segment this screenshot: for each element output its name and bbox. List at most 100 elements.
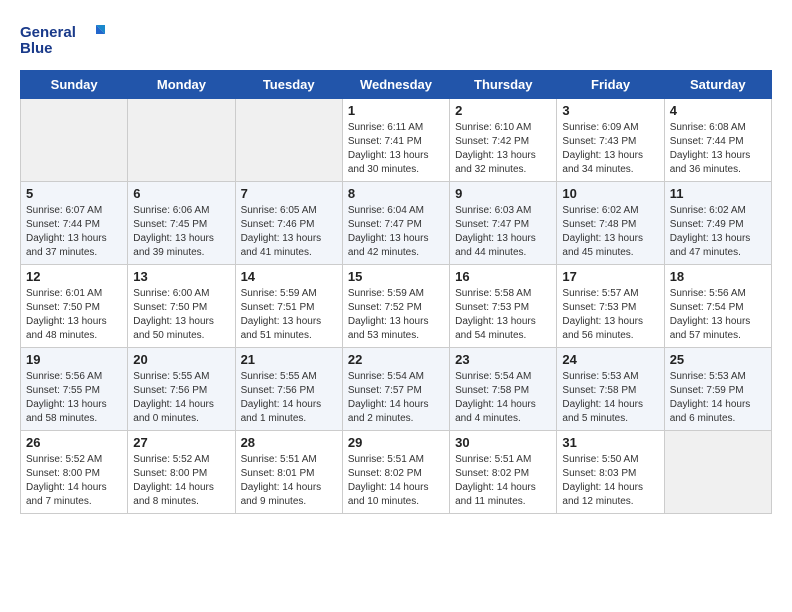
- calendar-table: SundayMondayTuesdayWednesdayThursdayFrid…: [20, 70, 772, 514]
- calendar-week-row: 19Sunrise: 5:56 AMSunset: 7:55 PMDayligh…: [21, 348, 772, 431]
- day-number: 22: [348, 352, 444, 367]
- day-number: 31: [562, 435, 658, 450]
- day-number: 23: [455, 352, 551, 367]
- calendar-cell: 30Sunrise: 5:51 AMSunset: 8:02 PMDayligh…: [450, 431, 557, 514]
- calendar-cell: 29 Sunrise: 5:51 AMSunset: 8:02 PMDayligh…: [342, 431, 449, 514]
- calendar-cell: 13Sunrise: 6:00 AMSunset: 7:50 PMDayligh…: [128, 265, 235, 348]
- day-info: Sunrise: 6:02 AMSunset: 7:48 PMDaylight:…: [562, 204, 658, 260]
- calendar-cell: 8 Sunrise: 6:04 AMSunset: 7:47 PMDaylight…: [342, 182, 449, 265]
- calendar-cell: 27 Sunrise: 5:52 AMSunset: 8:00 PMDayligh…: [128, 431, 235, 514]
- day-number: 17: [562, 269, 658, 284]
- day-number: 12: [26, 269, 122, 284]
- calendar-cell: 25 Sunrise: 5:53 AMSunset: 7:59 PMDayligh…: [664, 348, 771, 431]
- day-number: 24: [562, 352, 658, 367]
- calendar-cell: 2 Sunrise: 6:10 AMSunset: 7:42 PMDaylight…: [450, 99, 557, 182]
- day-number: 20: [133, 352, 229, 367]
- day-number: 11: [670, 186, 766, 201]
- day-number: 3: [562, 103, 658, 118]
- day-info: Sunrise: 5:54 AMSunset: 7:58 PMDaylight:…: [455, 370, 551, 426]
- day-number: 13: [133, 269, 229, 284]
- calendar-cell: 3 Sunrise: 6:09 AMSunset: 7:43 PMDaylight…: [557, 99, 664, 182]
- page-header: General Blue: [20, 20, 772, 60]
- day-info: Sunrise: 6:04 AMSunset: 7:47 PMDaylight:…: [348, 204, 444, 260]
- calendar-cell: 18 Sunrise: 5:56 AMSunset: 7:54 PMDayligh…: [664, 265, 771, 348]
- day-info: Sunrise: 5:59 AMSunset: 7:51 PMDaylight:…: [241, 287, 337, 343]
- day-number: 16: [455, 269, 551, 284]
- day-number: 26: [26, 435, 122, 450]
- day-number: 7: [241, 186, 337, 201]
- calendar-week-row: 26 Sunrise: 5:52 AMSunset: 8:00 PMDayligh…: [21, 431, 772, 514]
- day-info: Sunrise: 5:55 AMSunset: 7:56 PMDaylight:…: [133, 370, 229, 426]
- calendar-cell: 4 Sunrise: 6:08 AMSunset: 7:44 PMDaylight…: [664, 99, 771, 182]
- weekday-header-tuesday: Tuesday: [235, 71, 342, 99]
- day-info: Sunrise: 5:53 AMSunset: 7:58 PMDaylight:…: [562, 370, 658, 426]
- day-info: Sunrise: 5:59 AMSunset: 7:52 PMDaylight:…: [348, 287, 444, 343]
- day-info: Sunrise: 5:54 AMSunset: 7:57 PMDaylight:…: [348, 370, 444, 426]
- day-info: Sunrise: 5:50 AMSunset: 8:03 PMDaylight:…: [562, 453, 658, 509]
- weekday-header-friday: Friday: [557, 71, 664, 99]
- day-info: Sunrise: 5:51 AMSunset: 8:01 PMDaylight:…: [241, 453, 337, 509]
- day-number: 27: [133, 435, 229, 450]
- day-info: Sunrise: 5:55 AMSunset: 7:56 PMDaylight:…: [241, 370, 337, 426]
- calendar-week-row: 12 Sunrise: 6:01 AMSunset: 7:50 PMDayligh…: [21, 265, 772, 348]
- day-info: Sunrise: 5:56 AMSunset: 7:54 PMDaylight:…: [670, 287, 766, 343]
- day-number: 18: [670, 269, 766, 284]
- day-info: Sunrise: 6:02 AMSunset: 7:49 PMDaylight:…: [670, 204, 766, 260]
- calendar-cell: 15 Sunrise: 5:59 AMSunset: 7:52 PMDayligh…: [342, 265, 449, 348]
- day-number: 25: [670, 352, 766, 367]
- day-number: 28: [241, 435, 337, 450]
- day-number: 6: [133, 186, 229, 201]
- day-info: Sunrise: 5:52 AMSunset: 8:00 PMDaylight:…: [26, 453, 122, 509]
- day-number: 5: [26, 186, 122, 201]
- svg-text:General: General: [20, 24, 76, 41]
- calendar-cell: 5 Sunrise: 6:07 AMSunset: 7:44 PMDaylight…: [21, 182, 128, 265]
- calendar-cell: 22 Sunrise: 5:54 AMSunset: 7:57 PMDayligh…: [342, 348, 449, 431]
- calendar-cell: [664, 431, 771, 514]
- calendar-cell: 17Sunrise: 5:57 AMSunset: 7:53 PMDayligh…: [557, 265, 664, 348]
- calendar-cell: 23 Sunrise: 5:54 AMSunset: 7:58 PMDayligh…: [450, 348, 557, 431]
- weekday-header-thursday: Thursday: [450, 71, 557, 99]
- weekday-header-sunday: Sunday: [21, 71, 128, 99]
- day-info: Sunrise: 5:58 AMSunset: 7:53 PMDaylight:…: [455, 287, 551, 343]
- calendar-cell: 14 Sunrise: 5:59 AMSunset: 7:51 PMDayligh…: [235, 265, 342, 348]
- day-number: 2: [455, 103, 551, 118]
- calendar-cell: 9Sunrise: 6:03 AMSunset: 7:47 PMDaylight…: [450, 182, 557, 265]
- day-info: Sunrise: 6:10 AMSunset: 7:42 PMDaylight:…: [455, 121, 551, 177]
- day-number: 4: [670, 103, 766, 118]
- day-number: 29: [348, 435, 444, 450]
- day-info: Sunrise: 5:53 AMSunset: 7:59 PMDaylight:…: [670, 370, 766, 426]
- day-info: Sunrise: 6:01 AMSunset: 7:50 PMDaylight:…: [26, 287, 122, 343]
- calendar-cell: 21 Sunrise: 5:55 AMSunset: 7:56 PMDayligh…: [235, 348, 342, 431]
- day-number: 21: [241, 352, 337, 367]
- calendar-cell: [235, 99, 342, 182]
- weekday-header-row: SundayMondayTuesdayWednesdayThursdayFrid…: [21, 71, 772, 99]
- day-number: 14: [241, 269, 337, 284]
- day-info: Sunrise: 5:52 AMSunset: 8:00 PMDaylight:…: [133, 453, 229, 509]
- calendar-cell: 24 Sunrise: 5:53 AMSunset: 7:58 PMDayligh…: [557, 348, 664, 431]
- logo: General Blue: [20, 20, 110, 60]
- day-number: 30: [455, 435, 551, 450]
- calendar-cell: 26 Sunrise: 5:52 AMSunset: 8:00 PMDayligh…: [21, 431, 128, 514]
- day-info: Sunrise: 5:51 AMSunset: 8:02 PMDaylight:…: [348, 453, 444, 509]
- day-number: 9: [455, 186, 551, 201]
- calendar-cell: 6Sunrise: 6:06 AMSunset: 7:45 PMDaylight…: [128, 182, 235, 265]
- day-number: 19: [26, 352, 122, 367]
- calendar-cell: 19Sunrise: 5:56 AMSunset: 7:55 PMDayligh…: [21, 348, 128, 431]
- day-info: Sunrise: 6:07 AMSunset: 7:44 PMDaylight:…: [26, 204, 122, 260]
- day-number: 8: [348, 186, 444, 201]
- calendar-cell: 1 Sunrise: 6:11 AMSunset: 7:41 PMDaylight…: [342, 99, 449, 182]
- day-number: 10: [562, 186, 658, 201]
- calendar-cell: 12 Sunrise: 6:01 AMSunset: 7:50 PMDayligh…: [21, 265, 128, 348]
- day-info: Sunrise: 6:09 AMSunset: 7:43 PMDaylight:…: [562, 121, 658, 177]
- day-number: 1: [348, 103, 444, 118]
- calendar-cell: 10 Sunrise: 6:02 AMSunset: 7:48 PMDayligh…: [557, 182, 664, 265]
- weekday-header-saturday: Saturday: [664, 71, 771, 99]
- svg-text:Blue: Blue: [20, 40, 53, 57]
- weekday-header-wednesday: Wednesday: [342, 71, 449, 99]
- calendar-cell: 11 Sunrise: 6:02 AMSunset: 7:49 PMDayligh…: [664, 182, 771, 265]
- weekday-header-monday: Monday: [128, 71, 235, 99]
- day-info: Sunrise: 6:11 AMSunset: 7:41 PMDaylight:…: [348, 121, 444, 177]
- calendar-week-row: 1 Sunrise: 6:11 AMSunset: 7:41 PMDaylight…: [21, 99, 772, 182]
- day-info: Sunrise: 6:08 AMSunset: 7:44 PMDaylight:…: [670, 121, 766, 177]
- day-number: 15: [348, 269, 444, 284]
